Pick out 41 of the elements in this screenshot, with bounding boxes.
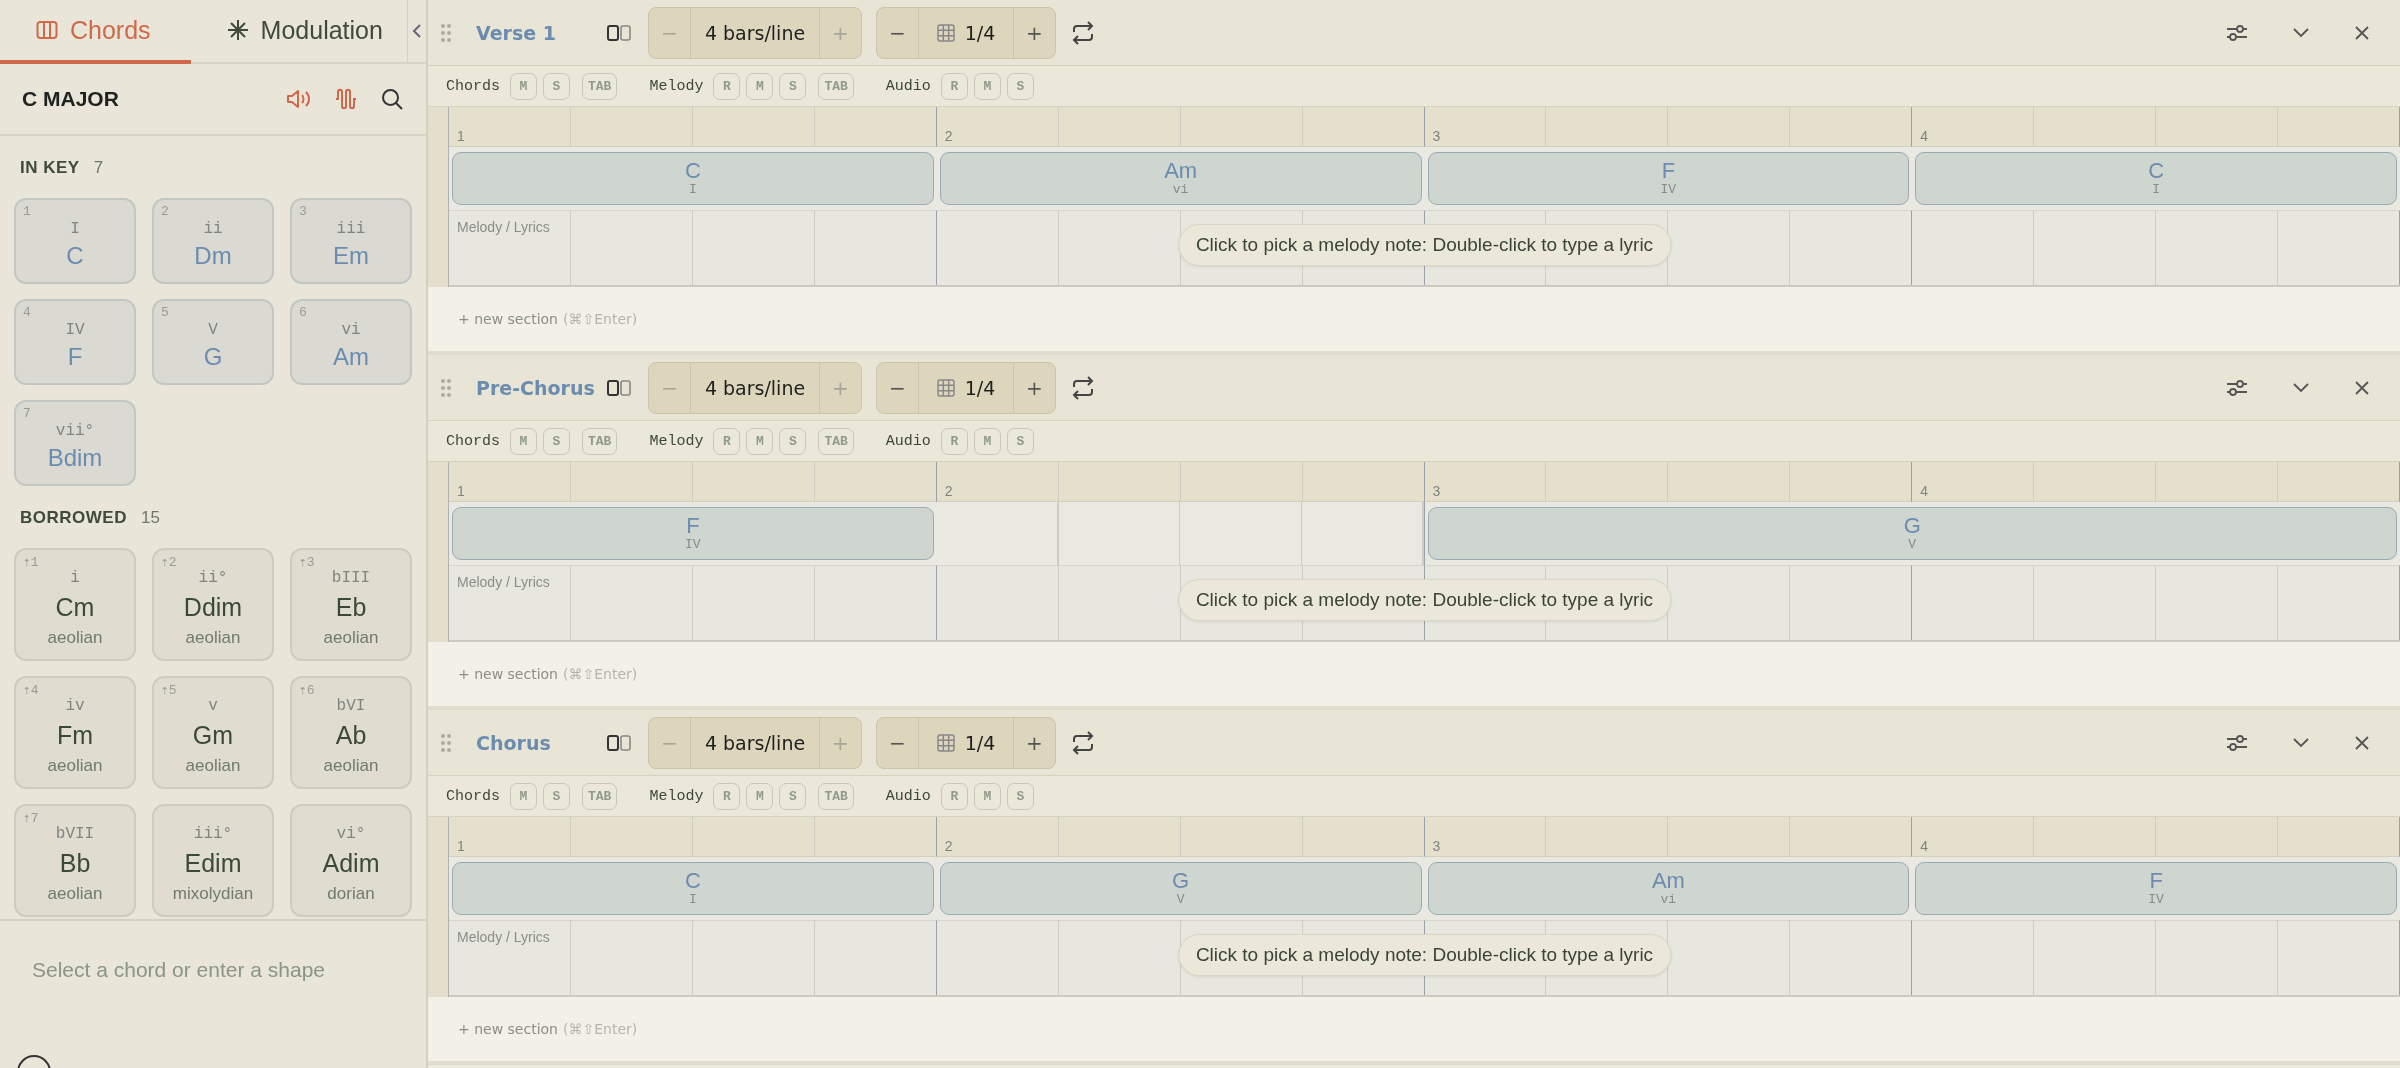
shortcut-hint: (⌘⇧Enter) [563,311,638,327]
track-label: Chords [446,787,500,805]
bar-number: 2 [944,128,953,144]
grid-value: 1/4 [964,21,996,44]
bar-number: 2 [944,838,953,854]
bars-per-line-value: 4 bars/line [690,362,820,413]
bar-number: 4 [1920,128,1929,144]
hint-tooltip: Click to pick a melody note: Double-click to type a lyric [1177,224,1672,266]
melody-lyrics-label: Melody / Lyrics [457,574,550,590]
track-label: Audio [885,432,931,450]
track-label: Melody [649,787,704,805]
bar-number: 4 [1920,483,1929,499]
track-label: Chords [446,77,500,95]
shortcut-hint: (⌘⇧Enter) [563,1021,638,1037]
track-label: Melody [649,77,704,95]
group-title: BORROWED [20,508,127,528]
bar-number: 1 [457,128,465,144]
melody-lyrics-label: Melody / Lyrics [457,929,550,945]
grid-value: 1/4 [964,376,996,399]
track-label: Audio [885,787,931,805]
grid-value: 1/4 [964,731,996,754]
group-count: 15 [140,508,160,528]
bar-number: 4 [1920,838,1929,854]
melody-lyrics-label: Melody / Lyrics [457,219,550,235]
bar-number: 3 [1432,483,1441,499]
hint-tooltip: Click to pick a melody note: Double-click to type a lyric [1177,579,1672,621]
track-label: Melody [649,432,704,450]
bar-number: 1 [457,838,465,854]
bar-number: 1 [457,483,465,499]
group-title: IN KEY [20,158,80,178]
bars-per-line-value: 4 bars/line [690,7,820,58]
bar-number: 3 [1432,128,1441,144]
bar-number: 3 [1432,838,1441,854]
bar-number: 2 [944,483,953,499]
track-label: Audio [885,77,931,95]
shortcut-hint: (⌘⇧Enter) [563,666,638,682]
track-label: Chords [446,432,500,450]
key-title: C MAJOR [22,87,119,111]
group-count: 7 [93,158,104,178]
hint-tooltip: Click to pick a melody note: Double-click to type a lyric [1177,934,1672,976]
bars-per-line-value: 4 bars/line [690,717,820,768]
